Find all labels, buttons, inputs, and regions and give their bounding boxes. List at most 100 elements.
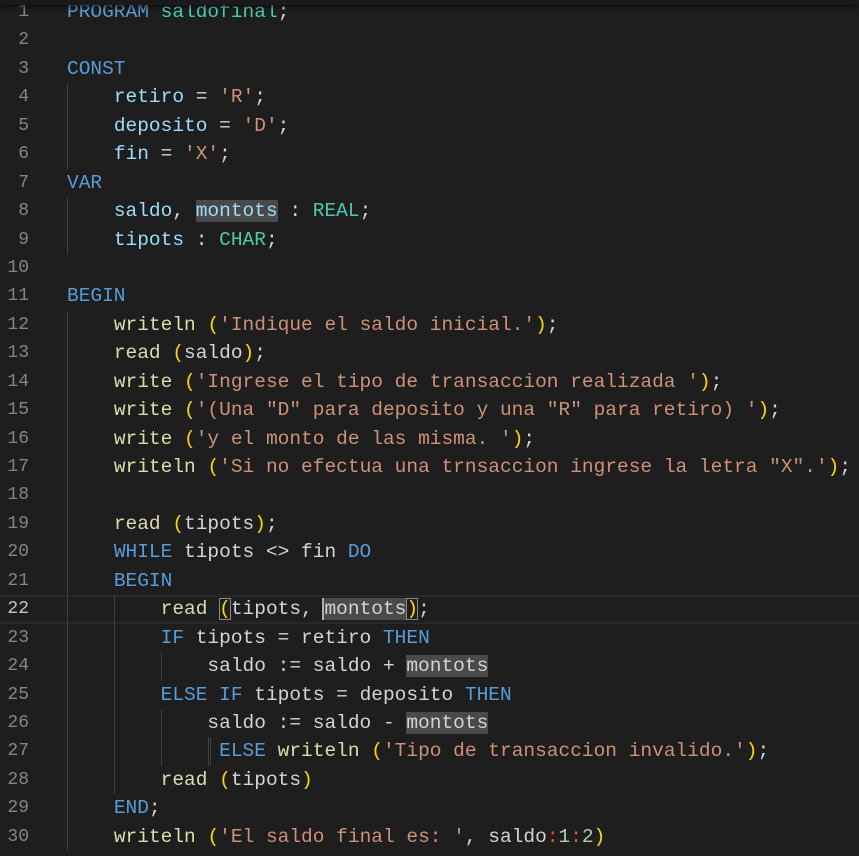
code-text[interactable]: tipots : CHAR; — [67, 226, 278, 254]
code-line[interactable]: 18 — [0, 481, 859, 510]
code-text[interactable]: BEGIN — [67, 282, 126, 310]
code-text[interactable]: retiro = 'R'; — [67, 83, 266, 111]
code-line[interactable]: 16 write ('y el monto de las misma. '); — [0, 424, 859, 453]
code-token: = — [207, 114, 243, 137]
code-line[interactable]: 14 write ('Ingrese el tipo de transaccio… — [0, 367, 859, 397]
code-line[interactable]: 4 retiro = 'R'; — [0, 83, 859, 112]
code-line[interactable]: 30 writeln ('El saldo final es: ', saldo… — [0, 822, 859, 852]
bracket-token: ) — [406, 598, 419, 621]
code-line[interactable]: 24 saldo := saldo + montots — [0, 652, 859, 681]
code-line[interactable]: 15 write ('(Una "D" para deposito y una … — [0, 396, 859, 425]
code-token: montots — [406, 655, 489, 678]
code-text[interactable]: write ('Ingrese el tipo de transaccion r… — [67, 368, 723, 396]
code-text[interactable]: read (tipots, montots); — [67, 595, 430, 623]
code-text[interactable]: IF tipots = retiro THEN — [67, 624, 430, 652]
bracket-token: ( — [371, 740, 383, 763]
code-line[interactable]: 19 read (tipots); — [0, 509, 859, 539]
keyword-token: BEGIN — [113, 569, 173, 592]
code-text[interactable]: ELSE IF tipots = deposito THEN — [67, 681, 512, 709]
code-token: tipots = deposito — [242, 683, 465, 706]
code-token: : — [277, 200, 313, 223]
code-line[interactable]: 29 END; — [0, 794, 859, 823]
code-line[interactable]: 6 fin = 'X'; — [0, 140, 859, 169]
code-text[interactable]: VAR — [67, 169, 102, 197]
code-text[interactable]: WHILE tipots <> fin DO — [67, 538, 371, 566]
code-line[interactable]: 17 writeln ('Si no efectua una trnsaccio… — [0, 453, 859, 482]
keyword-token: END — [113, 797, 149, 820]
code-token: saldo := saldo - — [67, 711, 407, 734]
code-text[interactable]: read (saldo); — [67, 339, 266, 367]
bracket-token: ) — [511, 427, 524, 450]
code-line[interactable]: 11 BEGIN — [0, 282, 859, 310]
bracket-token: ( — [207, 825, 220, 848]
code-token: ; — [359, 200, 372, 223]
code-line[interactable]: 26 saldo := saldo - montots — [0, 708, 859, 738]
function-token: write — [113, 399, 173, 422]
code-text[interactable]: read (tipots); — [67, 510, 278, 538]
code-text[interactable]: CONST — [67, 55, 126, 83]
line-number: 26 — [7, 712, 29, 733]
code-text[interactable]: read (tipots) — [67, 766, 313, 794]
code-line[interactable]: 8 saldo, montots : REAL; — [0, 197, 859, 226]
bracket-token: ) — [745, 740, 758, 763]
code-line[interactable]: 2 — [0, 26, 859, 54]
code-text[interactable]: saldo := saldo - montots — [67, 709, 489, 737]
line-number: 23 — [7, 627, 29, 648]
keyword-token: ELSE IF — [160, 683, 243, 706]
keyword-token: IF — [160, 626, 185, 649]
code-text[interactable]: write ('(Una "D" para deposito y una "R"… — [67, 396, 781, 424]
code-token: ; — [546, 313, 559, 336]
bracket-token: ( — [172, 342, 185, 365]
line-number: 13 — [7, 343, 29, 364]
code-token: ; — [418, 598, 430, 621]
code-token: ; — [265, 228, 278, 251]
code-token: tipots — [230, 768, 302, 791]
code-line[interactable]: 12 writeln ('Indique el saldo inicial.')… — [0, 310, 859, 340]
code-text[interactable]: writeln ('Indique el saldo inicial.'); — [67, 311, 559, 339]
code-line[interactable]: 20 WHILE tipots <> fin DO — [0, 538, 859, 567]
keyword-token: WHILE — [113, 541, 173, 564]
code-text[interactable]: ELSE writeln ('Tipo de transaccion inval… — [67, 737, 769, 765]
code-line[interactable]: 3 CONST — [0, 55, 859, 83]
code-text[interactable]: BEGIN — [67, 567, 173, 595]
function-token: writeln — [277, 740, 360, 763]
code-text[interactable]: writeln ('El saldo final es: ', saldo:1:… — [67, 823, 606, 851]
code-text[interactable]: saldo, montots : REAL; — [67, 197, 371, 225]
code-token: tipots = retiro — [184, 626, 383, 649]
code-text[interactable]: writeln ('Si no efectua una trnsaccion i… — [67, 453, 851, 481]
code-text[interactable]: deposito = 'D'; — [67, 112, 290, 140]
code-line[interactable]: 13 read (saldo); — [0, 339, 859, 368]
code-line[interactable]: 27 ELSE writeln ('Tipo de transaccion in… — [0, 737, 859, 766]
code-token: = — [184, 86, 220, 109]
function-token: read — [160, 598, 208, 621]
code-line[interactable]: 7 VAR — [0, 169, 859, 197]
string-token: '(Una "D" para deposito y una "R" para r… — [195, 399, 758, 422]
keyword-token: THEN — [382, 626, 430, 649]
code-line[interactable]: 5 deposito = 'D'; — [0, 111, 859, 141]
code-text[interactable]: saldo := saldo + montots — [67, 652, 489, 680]
bracket-token: ) — [827, 456, 840, 478]
line-number: 10 — [7, 257, 29, 278]
code-line[interactable]: 22 read (tipots, montots); — [0, 595, 859, 624]
code-line[interactable]: 10 — [0, 254, 859, 282]
string-token: 'Si no efectua una trnsaccion ingrese la… — [219, 456, 828, 478]
code-text[interactable]: fin = 'X'; — [67, 140, 231, 168]
code-line[interactable]: 23 IF tipots = retiro THEN — [0, 623, 859, 653]
code-editor[interactable]: 1 PROGRAM saldofinal; 2 3 CONST 4 retiro = 'R… — [0, 0, 859, 852]
line-number: 9 — [18, 229, 29, 250]
code-line[interactable]: 9 tipots : CHAR; — [0, 225, 859, 254]
code-text[interactable]: write ('y el monto de las misma. '); — [67, 425, 535, 453]
line-number: 22 — [7, 599, 29, 620]
code-token: , — [172, 200, 196, 223]
string-token: 'Indique el saldo inicial.' — [219, 313, 536, 336]
code-line[interactable]: 21 BEGIN — [0, 566, 859, 596]
code-line[interactable]: 25 ELSE IF tipots = deposito THEN — [0, 680, 859, 709]
code-text[interactable]: END; — [67, 794, 161, 822]
code-line[interactable]: 28 read (tipots) — [0, 765, 859, 795]
code-token: montots — [406, 711, 489, 734]
